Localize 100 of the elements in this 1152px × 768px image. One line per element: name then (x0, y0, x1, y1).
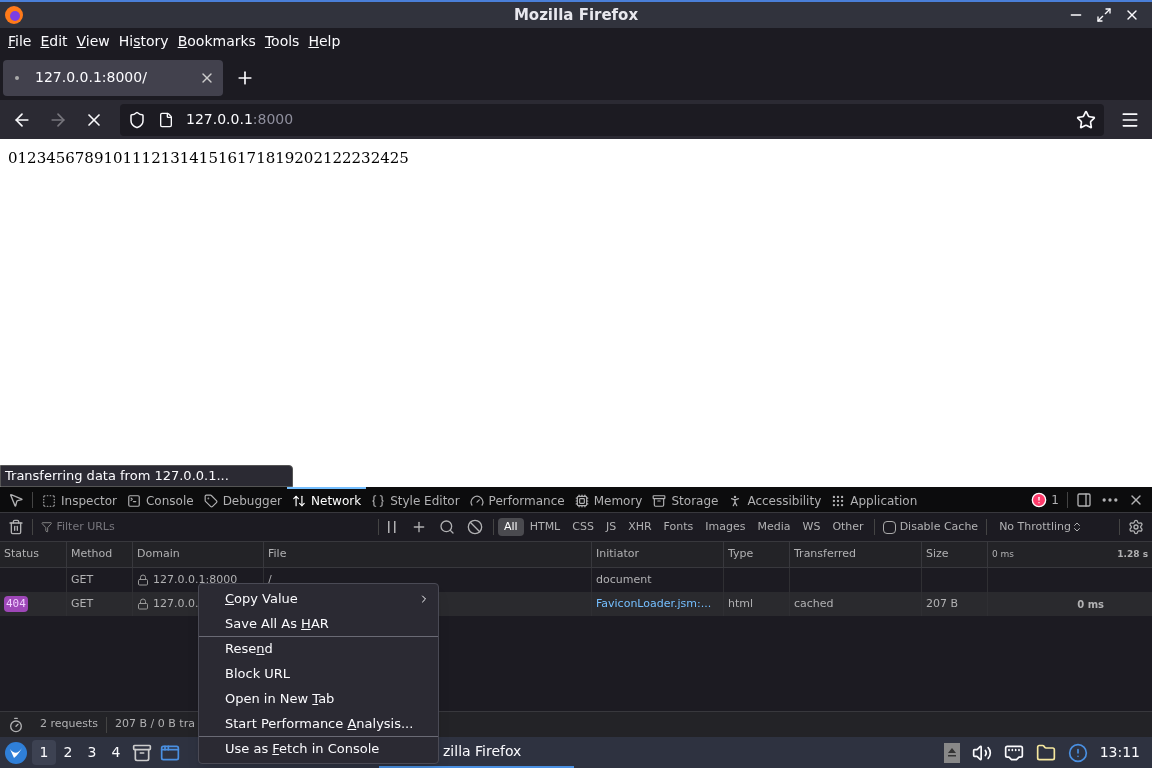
table-cell-text: document (596, 571, 652, 588)
gauge-icon (469, 493, 484, 508)
column-header[interactable]: Transferred (790, 542, 922, 567)
pause-button[interactable] (387, 521, 397, 533)
timeline-tick: 1.28 s (1117, 547, 1148, 561)
devtools-tab[interactable]: Console (122, 486, 199, 513)
devtools-tab[interactable]: Performance (464, 486, 570, 513)
address-bar[interactable]: 127.0.0.1:8000 (120, 103, 1104, 136)
settings-button[interactable] (1128, 519, 1144, 535)
clock: 13:11 (1099, 743, 1140, 762)
filter-field[interactable]: Filter URLs (56, 518, 370, 536)
type-filter[interactable]: Other (826, 517, 870, 537)
column-header[interactable]: Domain (133, 542, 264, 567)
type-filter[interactable]: JS (599, 517, 623, 537)
notification-icon[interactable] (1067, 742, 1088, 763)
bookmark-star-icon[interactable] (1076, 109, 1096, 130)
menu-item[interactable]: Use as Fetch in Console (199, 736, 438, 761)
devtools-tab[interactable]: Style Editor (366, 486, 465, 513)
url-text: 127.0.0.1:8000 (186, 110, 294, 129)
clear-button[interactable] (8, 519, 24, 535)
chip-icon (574, 493, 589, 508)
menu-item[interactable]: Help (308, 31, 341, 52)
block-button[interactable] (467, 519, 483, 535)
grid-icon (831, 493, 846, 508)
type-filter[interactable]: HTML (523, 517, 567, 537)
devtools-tab[interactable]: Inspector (37, 486, 122, 513)
column-header[interactable]: Size (922, 542, 988, 567)
table-cell-text: 127.0.0.1:8000 (153, 571, 238, 588)
tab-title: 127.0.0.1:8000/ (35, 68, 147, 87)
column-header[interactable]: Method (67, 542, 133, 567)
menu-item[interactable]: Resend (199, 636, 438, 661)
throttling-select[interactable]: No Throttling (991, 518, 1091, 536)
file-cabinet-icon[interactable] (132, 742, 152, 763)
type-filter[interactable]: Fonts (657, 517, 700, 537)
request-count: 2 requests (39, 716, 100, 733)
window-title: Mozilla Firefox (513, 4, 639, 26)
menu-item[interactable]: Block URL (199, 661, 438, 686)
menu-item[interactable]: File (8, 31, 32, 52)
column-header[interactable]: Type (724, 542, 790, 567)
devtools-tab[interactable]: Storage (647, 486, 724, 513)
disable-cache-checkbox[interactable] (882, 520, 896, 534)
tag-icon (203, 493, 218, 508)
menu-item[interactable]: Edit (40, 31, 68, 52)
timer-icon[interactable] (8, 716, 24, 733)
type-filter[interactable]: CSS (566, 517, 600, 537)
devtools-tab[interactable]: Memory (569, 486, 648, 513)
dock-button[interactable] (1076, 491, 1092, 508)
table-cell-text: html (728, 595, 754, 612)
timing-text: 0 ms (1077, 597, 1104, 612)
menu-item[interactable]: Start Performance Analysis... (199, 711, 438, 736)
devtools-tab[interactable]: Debugger (198, 486, 288, 513)
eject-icon[interactable] (943, 742, 960, 763)
table-cell[interactable]: FaviconLoader.jsm:... (596, 595, 712, 613)
menu-item[interactable]: History (118, 31, 169, 52)
type-filter[interactable]: All (498, 517, 524, 537)
table-cell-text: cached (794, 595, 834, 612)
devtools-tab[interactable]: Application (826, 486, 923, 513)
table-cell-text: 207 B (926, 595, 959, 612)
lock-icon (137, 598, 149, 610)
shield-icon (128, 110, 146, 129)
terminal-icon (127, 493, 141, 508)
menu-item[interactable]: View (76, 31, 110, 52)
lock-icon (137, 574, 149, 586)
speaker-icon[interactable] (971, 742, 992, 763)
menu-item[interactable]: Bookmarks (177, 31, 256, 52)
disable-cache-label: Disable Cache (899, 518, 979, 535)
column-header[interactable]: Initiator (592, 542, 724, 567)
table-cell-text: GET (71, 595, 94, 612)
table-cell-text: GET (71, 571, 94, 588)
status-code: 404 (4, 595, 28, 613)
type-filter[interactable]: XHR (622, 517, 658, 537)
type-filter[interactable]: Media (751, 517, 797, 537)
start-menu-icon[interactable] (4, 740, 28, 765)
timeline-tick: 0 ms (992, 547, 1015, 561)
error-count[interactable]: 1 (1031, 490, 1059, 509)
page-text: 012345678910111213141516171819202122232425 (7, 148, 410, 169)
workspace-button[interactable]: 3 (80, 740, 104, 765)
arrows-icon (292, 493, 307, 508)
add-button[interactable] (411, 519, 427, 535)
browser-tab[interactable]: 127.0.0.1:8000/ (3, 59, 223, 96)
timeline-header[interactable]: 0 ms 1.28 s (988, 542, 1152, 567)
filter-icon (41, 521, 53, 533)
table-cell-text: 127.0.0. (153, 595, 199, 612)
workspace-button[interactable]: 2 (56, 740, 80, 765)
element-picker-button[interactable] (8, 491, 24, 508)
firefox-logo-icon (4, 5, 24, 25)
type-filter[interactable]: Images (699, 517, 752, 537)
menu-item[interactable]: Open in New Tab (199, 686, 438, 711)
column-header[interactable]: File (264, 542, 592, 567)
transfer-summary: 207 B / 0 B tra (114, 716, 196, 733)
devtools-tab[interactable]: Accessibility (723, 486, 827, 513)
workspace-button[interactable]: 4 (104, 740, 128, 765)
column-header[interactable]: Status (0, 542, 67, 567)
workspace-button[interactable]: 1 (32, 740, 56, 765)
box-icon (42, 493, 56, 508)
status-panel: Transferring data from 127.0.0.1... (0, 465, 293, 487)
type-filter[interactable]: WS (796, 517, 827, 537)
search-button[interactable] (439, 519, 455, 535)
maximize-button[interactable] (1096, 7, 1112, 23)
menu-item[interactable]: Tools (264, 31, 300, 52)
